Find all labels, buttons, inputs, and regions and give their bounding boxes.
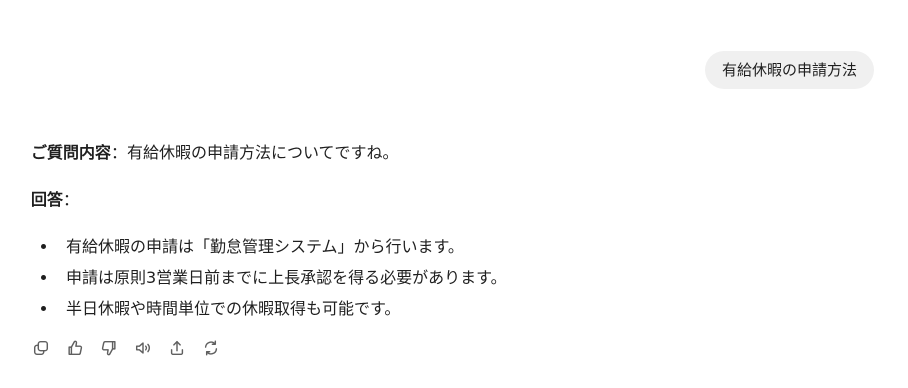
user-message-bubble: 有給休暇の申請方法 xyxy=(704,51,874,89)
read-aloud-button[interactable] xyxy=(133,338,153,358)
thumbs-up-icon xyxy=(68,340,83,356)
answer-label: 回答 xyxy=(31,190,64,209)
thumbs-down-icon xyxy=(101,340,116,356)
regenerate-icon xyxy=(204,340,218,356)
list-item: 有給休暇の申請は「勤怠管理システム」から行います。 xyxy=(31,231,871,262)
copy-icon xyxy=(33,340,49,356)
user-message-text: 有給休暇の申請方法 xyxy=(721,61,857,79)
question-label: ご質問内容 xyxy=(31,143,112,162)
answer-bullet-list: 有給休暇の申請は「勤怠管理システム」から行います。 申請は原則3営業日前までに上… xyxy=(31,231,871,324)
assistant-response: ご質問内容：有給休暇の申請方法についてですね。 回答： 有給休暇の申請は「勤怠管… xyxy=(31,139,871,324)
thumbs-up-button[interactable] xyxy=(65,338,85,358)
list-item: 半日休暇や時間単位での休暇取得も可能です。 xyxy=(31,293,871,324)
list-item: 申請は原則3営業日前までに上長承認を得る必要があります。 xyxy=(31,262,871,293)
read-aloud-icon xyxy=(135,342,150,354)
thumbs-down-button[interactable] xyxy=(99,338,119,358)
question-line: ご質問内容：有給休暇の申請方法についてですね。 xyxy=(31,139,871,167)
answer-separator: ： xyxy=(63,190,80,209)
question-separator: ： xyxy=(111,143,128,162)
copy-button[interactable] xyxy=(31,338,51,358)
question-text: 有給休暇の申請方法についてですね。 xyxy=(127,143,399,162)
answer-heading-line: 回答： xyxy=(31,186,871,214)
share-button[interactable] xyxy=(167,338,187,358)
regenerate-button[interactable] xyxy=(201,338,221,358)
response-actions-bar xyxy=(31,338,235,358)
share-icon xyxy=(170,340,184,356)
